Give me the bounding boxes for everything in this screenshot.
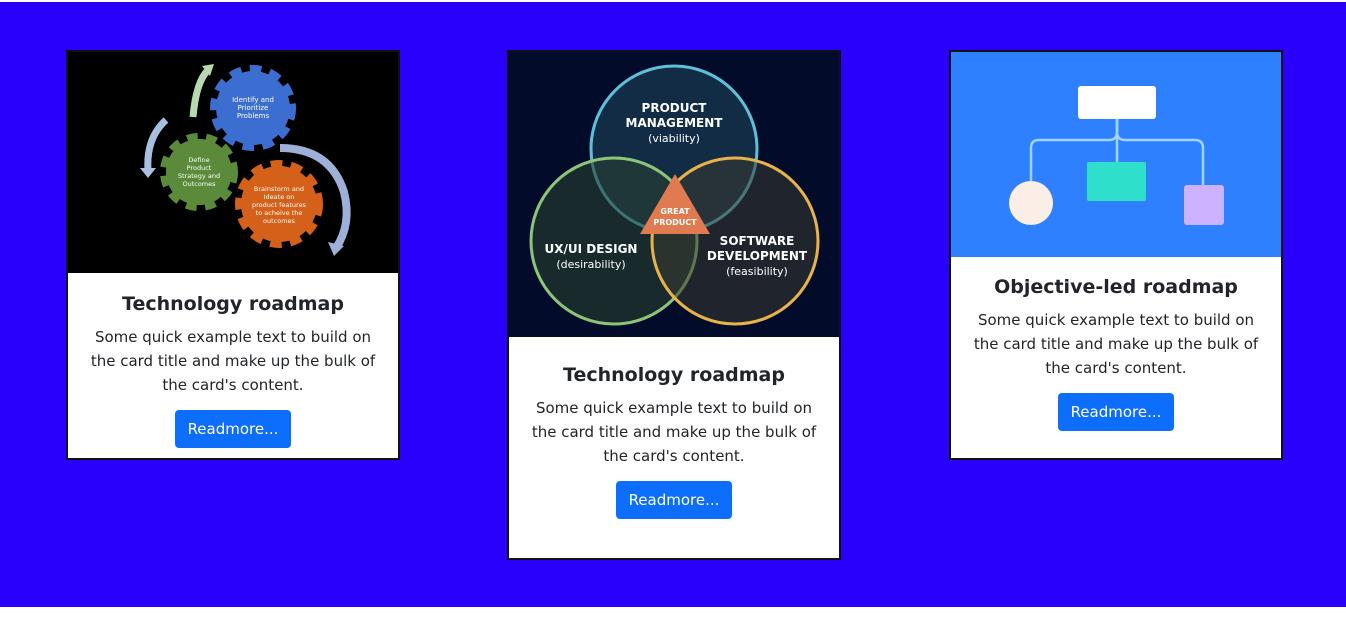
card-image-gears: Identify and Prioritize Problems Define … [68, 52, 398, 273]
gear-top-line-3: Problems [237, 112, 270, 120]
venn-left-sub: (desirability) [556, 258, 625, 271]
gear-right-line-3: product features [252, 201, 307, 209]
gear-right-line-4: to acheive the [256, 209, 303, 217]
venn-center-line-1: GREAT [660, 207, 690, 216]
gear-top-line-2: Prioritize [238, 104, 269, 112]
gear-right-line-5: outcomes [263, 217, 296, 225]
readmore-button[interactable]: Readmore... [174, 410, 292, 448]
card-image-venn-diagram: PRODUCT MANAGEMENT (viability) UX/UI DES… [509, 52, 839, 337]
card-body: Technology roadmap Some quick example te… [68, 273, 398, 448]
gear-top-line-1: Identify and [232, 96, 274, 104]
gear-left-line-2: Product [187, 164, 212, 172]
card-technology-roadmap-2: PRODUCT MANAGEMENT (viability) UX/UI DES… [507, 50, 841, 560]
gear-left-line-3: Strategy and [178, 172, 220, 180]
readmore-button[interactable]: Readmore... [1057, 393, 1175, 431]
venn-center-line-2: PRODUCT [653, 218, 697, 227]
card-body: Technology roadmap Some quick example te… [509, 337, 839, 519]
card-objective-led-roadmap: Objective-led roadmap Some quick example… [949, 50, 1283, 460]
readmore-button[interactable]: Readmore... [615, 481, 733, 519]
venn-right-sub: (feasibility) [726, 265, 788, 278]
card-text: Some quick example text to build on the … [973, 311, 1259, 377]
gear-left-line-4: Outcomes [182, 180, 216, 188]
card-text: Some quick example text to build on the … [90, 328, 376, 394]
venn-right-line-1: SOFTWARE [720, 234, 795, 248]
venn-left-label: UX/UI DESIGN [545, 242, 638, 256]
venn-top-sub: (viability) [648, 132, 700, 145]
card-text: Some quick example text to build on the … [531, 399, 817, 465]
card-body: Objective-led roadmap Some quick example… [951, 257, 1281, 431]
card-image-hierarchy-diagram [951, 52, 1281, 257]
venn-top-line-1: PRODUCT [642, 101, 708, 115]
card-title: Technology roadmap [563, 364, 785, 386]
card-technology-roadmap-1: Identify and Prioritize Problems Define … [66, 50, 400, 460]
cards-section: Identify and Prioritize Problems Define … [0, 2, 1346, 607]
venn-right-line-2: DEVELOPMENT [707, 249, 808, 263]
card-title: Objective-led roadmap [994, 276, 1238, 298]
venn-top-line-2: MANAGEMENT [626, 116, 724, 130]
gear-left-line-1: Define [188, 156, 209, 164]
gear-right-line-1: Brainstorm and [254, 185, 304, 193]
card-title: Technology roadmap [122, 293, 344, 315]
gear-right-line-2: Ideate on [264, 193, 295, 201]
